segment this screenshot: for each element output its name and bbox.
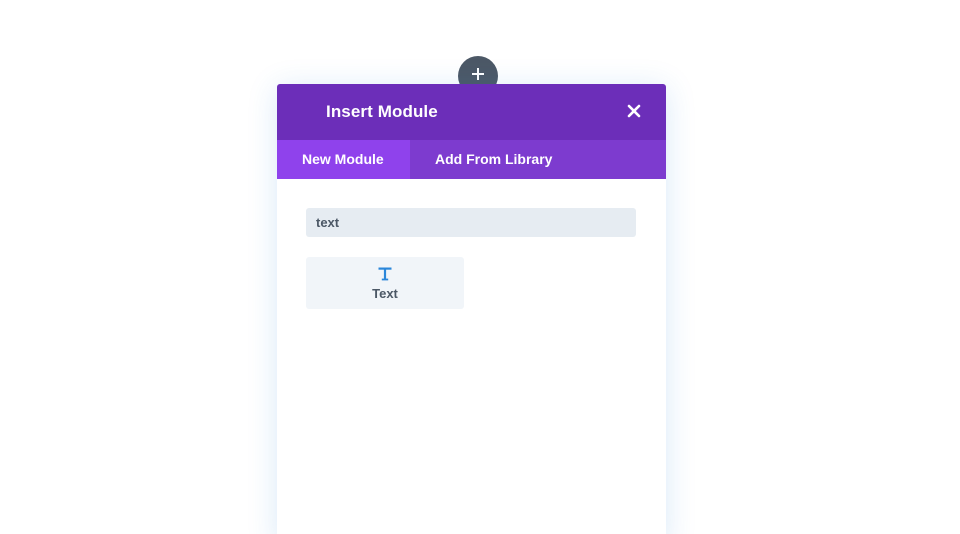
search-input[interactable] (306, 208, 636, 237)
tab-new-module[interactable]: New Module (277, 140, 410, 179)
modal-tabs: New Module Add From Library (277, 140, 666, 179)
tab-add-from-library[interactable]: Add From Library (410, 140, 552, 179)
close-icon (627, 104, 641, 118)
module-item-text[interactable]: Text (306, 257, 464, 309)
modal-header: Insert Module (277, 84, 666, 140)
close-button[interactable] (626, 103, 642, 119)
modal-title: Insert Module (326, 102, 438, 121)
page: Insert Module New Module Add From Librar… (0, 0, 960, 534)
modal-body: Text (277, 179, 666, 534)
module-item-label: Text (372, 286, 398, 301)
text-icon (378, 267, 392, 281)
insert-module-modal: Insert Module New Module Add From Librar… (277, 84, 666, 534)
plus-icon (472, 68, 484, 80)
